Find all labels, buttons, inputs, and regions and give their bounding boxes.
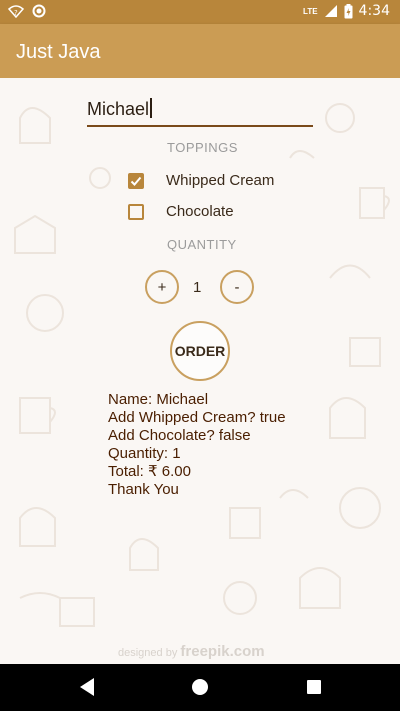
summary-name-line: Name: Michael	[108, 391, 209, 408]
home-icon[interactable]	[191, 677, 209, 697]
decrement-button[interactable]: -	[220, 270, 254, 304]
chocolate-checkbox[interactable]	[128, 203, 144, 220]
status-time: 4:34	[358, 3, 390, 19]
order-button[interactable]: ORDER	[170, 321, 230, 381]
navigation-bar	[0, 664, 400, 711]
status-bar: ? LTE 4:34	[0, 0, 400, 24]
summary-thanks-line: Thank You	[108, 481, 179, 498]
wifi-icon: ?	[8, 5, 24, 18]
summary-quantity-line: Quantity: 1	[108, 445, 181, 462]
increment-button[interactable]: +	[145, 270, 179, 304]
whipped-cream-checkbox-row[interactable]: Whipped Cream	[128, 172, 274, 189]
summary-whipped-cream-line: Add Whipped Cream? true	[108, 409, 286, 426]
name-input[interactable]: Michael	[87, 95, 313, 127]
credit-brand: freepik.com	[180, 643, 265, 660]
whipped-cream-label: Whipped Cream	[166, 172, 275, 189]
network-type-label: LTE	[303, 6, 318, 16]
recent-apps-icon[interactable]	[305, 677, 323, 697]
freepik-credit: designed by freepik.com	[118, 643, 265, 660]
app-title: Just Java	[16, 41, 101, 63]
summary-total-line: Total: ₹ 6.00	[108, 463, 191, 480]
signal-icon	[324, 5, 337, 17]
notification-circle-icon	[32, 4, 46, 18]
quantity-label: QUANTITY	[167, 237, 237, 252]
status-right: LTE 4:34	[303, 3, 390, 19]
name-input-value: Michael	[87, 98, 153, 120]
text-cursor	[150, 98, 153, 118]
app-bar: Just Java	[0, 24, 400, 78]
toppings-label: TOPPINGS	[167, 140, 238, 155]
check-icon	[130, 176, 142, 186]
summary-chocolate-line: Add Chocolate? false	[108, 427, 251, 444]
whipped-cream-checkbox[interactable]	[128, 172, 144, 189]
status-left: ?	[8, 4, 46, 18]
battery-icon	[344, 3, 353, 18]
chocolate-label: Chocolate	[166, 203, 234, 220]
content-area: Michael TOPPINGS Whipped Cream Chocolate…	[0, 78, 400, 664]
quantity-value: 1	[193, 279, 202, 296]
chocolate-checkbox-row[interactable]: Chocolate	[128, 203, 234, 220]
back-icon[interactable]	[78, 677, 96, 697]
order-summary: Name: Michael Add Whipped Cream? true Ad…	[108, 391, 286, 499]
svg-text:?: ?	[14, 9, 18, 17]
credit-prefix: designed by	[118, 647, 178, 659]
